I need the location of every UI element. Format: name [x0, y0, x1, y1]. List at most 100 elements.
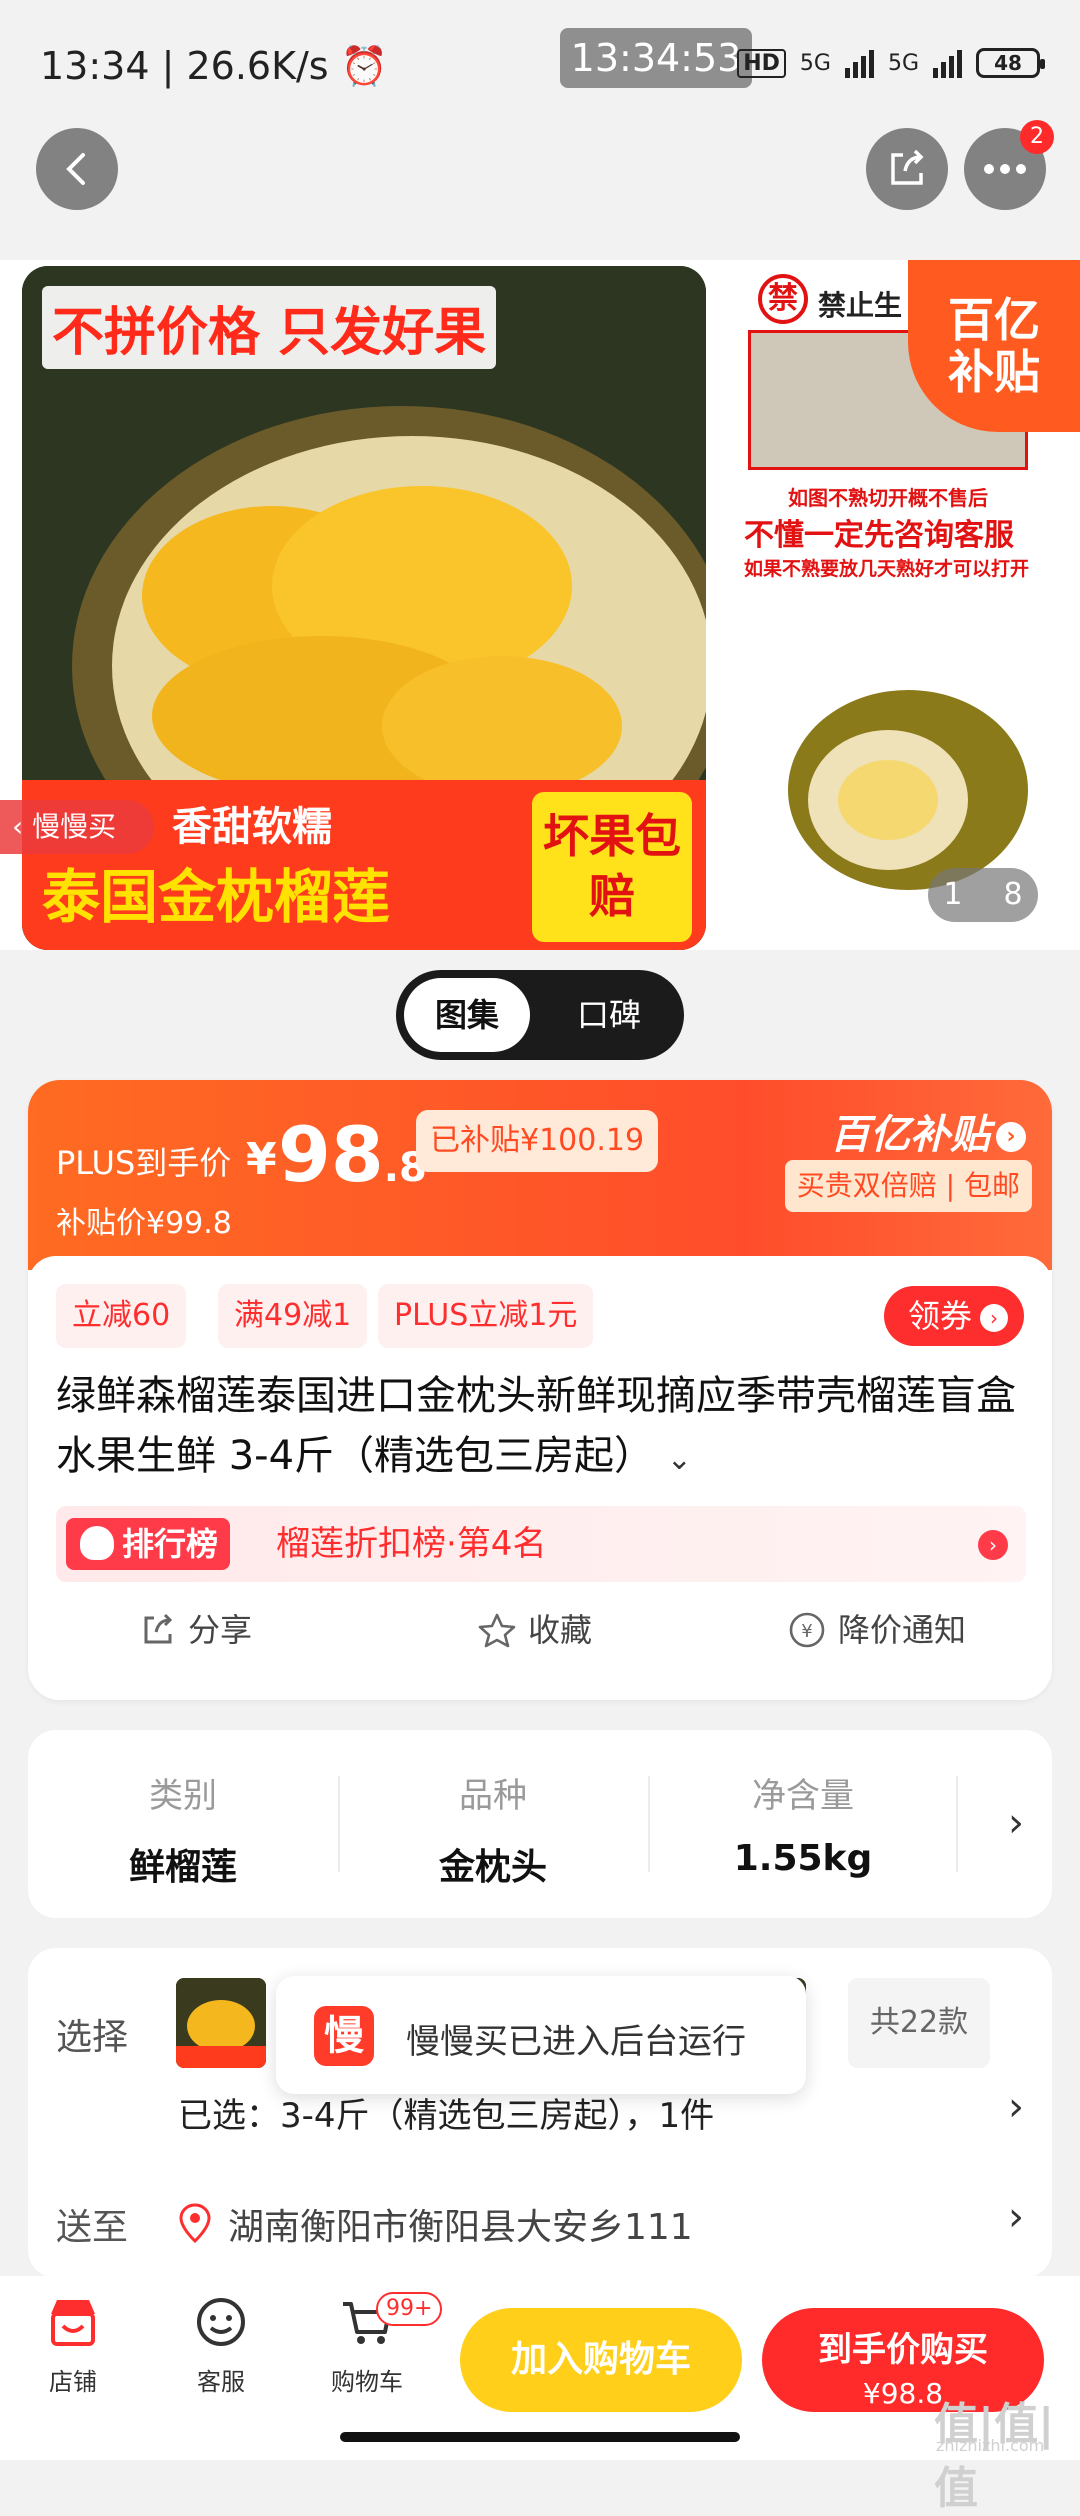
- spec-item: 品种 金枕头: [338, 1730, 648, 1918]
- screenshot-clock: 13:34:53: [560, 28, 752, 88]
- main-image-headline: 不拼价格 只发好果: [42, 286, 497, 369]
- promo-tag-3[interactable]: PLUS立减1元: [378, 1284, 594, 1348]
- chevron-right-icon[interactable]: ›: [1008, 1800, 1024, 1846]
- back-to-app-label: 慢慢买: [32, 810, 117, 843]
- side-note-1: 如图不熟切开概不售后: [788, 486, 988, 510]
- spec-value: 1.55kg: [733, 1838, 873, 1879]
- spec-value: 金枕头: [438, 1847, 547, 1888]
- durian-thumbnail-image: [176, 1978, 266, 2068]
- shipping-address[interactable]: 湖南衡阳市衡阳县大安乡111: [228, 2198, 693, 2250]
- product-title[interactable]: 绿鲜森榴莲泰国进口金枕头新鲜现摘应季带壳榴莲盲盒水果生鲜 3-4斤（精选包三房起…: [56, 1366, 1026, 1490]
- share-icon: [891, 149, 924, 185]
- net-5g-label: 5G: [799, 50, 831, 76]
- store-icon: [51, 2300, 95, 2346]
- side-note-3: 如果不熟要放几天熟好才可以打开: [744, 558, 1030, 580]
- back-button[interactable]: [36, 128, 118, 210]
- status-time-speed: 13:34 | 26.6K/s ⏰: [40, 44, 388, 88]
- variant-thumbnail[interactable]: [176, 1978, 266, 2068]
- battery-icon: 48: [976, 48, 1045, 78]
- share-label: 分享: [188, 1611, 253, 1649]
- tab-reviews[interactable]: 口碑: [546, 978, 672, 1052]
- svg-text:¥: ¥: [801, 1621, 812, 1642]
- main-image-title: 泰国金枕榴莲: [42, 863, 391, 931]
- notification-badge: 2: [1020, 120, 1054, 154]
- price-alert-icon: ¥: [789, 1612, 825, 1648]
- price-alert-action[interactable]: ¥ 降价通知: [788, 1600, 966, 1660]
- watermark-url: zhizhizhi.com: [936, 2436, 1045, 2455]
- favorite-action[interactable]: 收藏: [478, 1600, 592, 1660]
- select-label: 选择: [56, 2017, 129, 2058]
- net-5g-label-2: 5G: [887, 50, 919, 76]
- chevron-left-icon: ‹: [12, 810, 33, 843]
- yi-badge-line-1: 百亿: [948, 293, 1040, 347]
- spec-item: 类别 鲜榴莲: [28, 1730, 338, 1918]
- chevron-right-icon[interactable]: ›: [1008, 2084, 1024, 2130]
- ranking-text: 榴莲折扣榜·第4名: [276, 1524, 547, 1564]
- price-card: PLUS到手价 ¥ 98.8 已补贴¥100.19 补贴价¥99.8 百亿补贴 ›…: [28, 1080, 1052, 1700]
- ranking-bar[interactable]: 排行榜 榴莲折扣榜·第4名 ›: [56, 1506, 1026, 1582]
- add-to-cart-button[interactable]: 加入购物车: [460, 2308, 742, 2412]
- promo-tag-1[interactable]: 立减60: [56, 1284, 187, 1348]
- media-segment-control[interactable]: 图集 口碑: [396, 970, 684, 1060]
- selected-variant[interactable]: 已选：3-4斤（精选包三房起），1件: [178, 2088, 714, 2137]
- more-menu-button[interactable]: 2: [964, 120, 1054, 210]
- side-durian-illustration: [788, 690, 1028, 890]
- spec-key: 净含量: [752, 1776, 854, 1816]
- currency-symbol: ¥: [246, 1134, 277, 1185]
- hd-icon: HD: [737, 48, 786, 78]
- side-warning-title: 禁止生: [818, 289, 903, 322]
- side-note-2: 不懂一定先咨询客服: [744, 518, 1014, 553]
- product-info: 立减60 满49减1 PLUS立减1元 领券 › 绿鲜森榴莲泰国进口金枕头新鲜现摘…: [28, 1256, 1052, 1700]
- tab-gallery[interactable]: 图集: [404, 978, 530, 1052]
- spec-value: 鲜榴莲: [128, 1847, 237, 1888]
- divider: [956, 1776, 958, 1872]
- favorite-label: 收藏: [528, 1611, 593, 1649]
- chevron-right-icon: ›: [978, 1530, 1008, 1560]
- product-title-text: 绿鲜森榴莲泰国进口金枕头新鲜现摘应季带壳榴莲盲盒水果生鲜 3-4斤（精选包三房起…: [56, 1373, 1016, 1479]
- cart-tab[interactable]: 99+ 购物车: [312, 2292, 443, 2397]
- store-label: 店铺: [49, 2368, 97, 2396]
- main-image-small-label: 香甜软糯: [172, 804, 332, 850]
- back-to-app-button[interactable]: ‹ 慢慢买: [0, 800, 154, 854]
- chevron-down-icon[interactable]: ⌄: [667, 1442, 692, 1477]
- trophy-icon: [80, 1526, 114, 1560]
- buy-now-label: 到手价购买: [818, 2330, 988, 2370]
- image-counter-current: 1: [943, 877, 963, 912]
- yi-subsidy-brand[interactable]: 百亿补贴 ›: [830, 1102, 1026, 1160]
- product-gallery[interactable]: 不拼价格 只发好果 香甜软糯 泰国金枕榴莲 坏果包赔 禁 禁止生 如图不熟切开概…: [0, 260, 1080, 950]
- location-pin-icon: [179, 2203, 211, 2243]
- home-indicator[interactable]: [340, 2432, 740, 2442]
- spec-key: 类别: [149, 1776, 217, 1816]
- promo-tag-2[interactable]: 满49减1: [218, 1284, 368, 1348]
- yi-badge-line-2: 补贴: [948, 345, 1040, 399]
- status-bar: 13:34 | 26.6K/s ⏰ 13:34:53 HD 5G 5G 48: [0, 0, 1080, 130]
- signal-icon: [844, 48, 874, 78]
- spec-key: 品种: [459, 1776, 527, 1816]
- price-integer: 98: [278, 1110, 384, 1199]
- final-price: 98.8: [278, 1110, 427, 1199]
- subsidy-price: 补贴价¥99.8: [56, 1206, 232, 1241]
- store-tab[interactable]: 店铺: [18, 2296, 128, 2397]
- plus-price-label: PLUS到手价: [56, 1144, 232, 1182]
- cart-count-badge: 99+: [376, 2292, 443, 2326]
- app-icon: 慢: [314, 2006, 374, 2066]
- chevron-right-icon[interactable]: ›: [1008, 2194, 1024, 2240]
- ranking-tag-label: 排行榜: [122, 1525, 219, 1563]
- share-button-top[interactable]: [866, 128, 948, 210]
- customer-service-tab[interactable]: 客服: [166, 2296, 276, 2397]
- share-icon: [144, 1613, 173, 1644]
- ranking-tag: 排行榜: [66, 1518, 231, 1570]
- more-dots-icon: [984, 164, 1026, 174]
- ship-to-label: 送至: [56, 2207, 129, 2248]
- chat-face-icon: [197, 2298, 245, 2346]
- image-counter-total: 8: [1003, 877, 1023, 912]
- status-indicators: HD 5G 5G 48: [737, 48, 1045, 78]
- subsidized-amount: 已补贴¥100.19: [416, 1110, 659, 1172]
- share-action[interactable]: 分享: [140, 1600, 252, 1660]
- variant-count[interactable]: 共22款: [848, 1978, 990, 2068]
- chevron-right-icon: ›: [996, 1122, 1026, 1152]
- get-coupon-button[interactable]: 领券 ›: [883, 1286, 1024, 1346]
- star-icon: [478, 1613, 516, 1648]
- specs-card[interactable]: 类别 鲜榴莲 品种 金枕头 净含量 1.55kg ›: [28, 1730, 1052, 1918]
- ban-icon: 禁: [758, 274, 808, 324]
